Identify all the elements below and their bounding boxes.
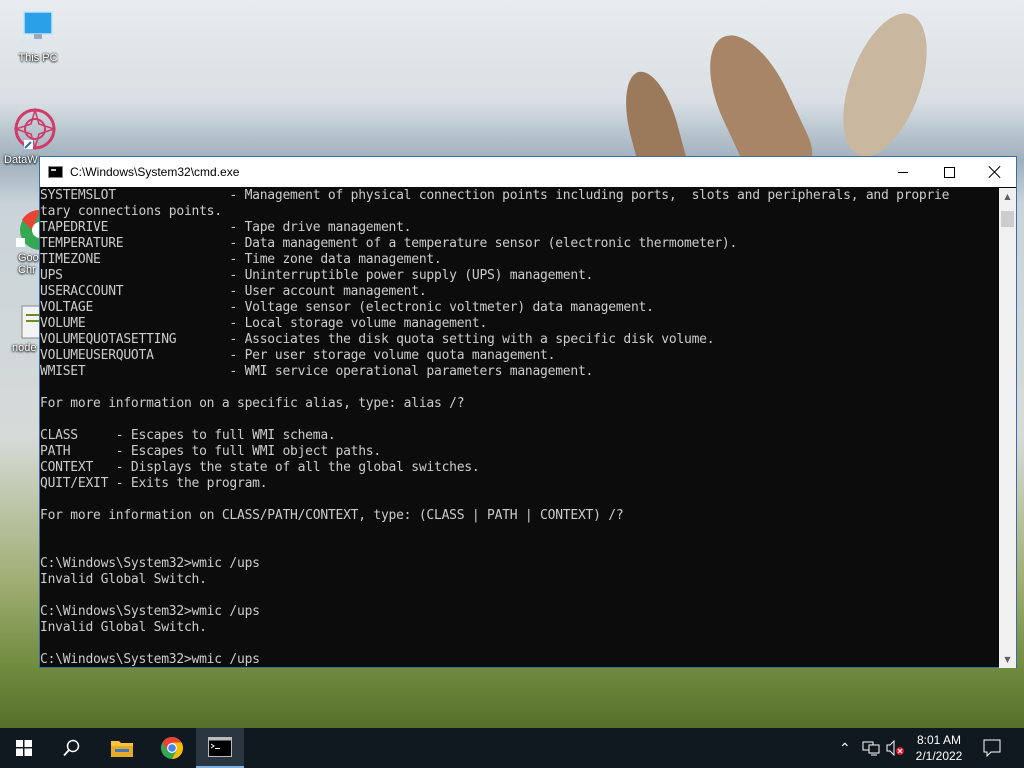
clock-date: 2/1/2022	[915, 749, 963, 763]
cmd-app-icon	[48, 166, 63, 178]
cmd-taskbar-button[interactable]	[196, 728, 244, 768]
close-button[interactable]	[972, 157, 1018, 187]
minimize-button[interactable]	[880, 157, 926, 187]
console-line: VOLUME - Local storage volume management…	[40, 316, 488, 331]
volume-muted-icon[interactable]	[886, 740, 906, 756]
console-line: UPS - Uninterruptible power supply (UPS)…	[40, 268, 594, 283]
file-icon	[21, 305, 40, 339]
console-line: For more information on CLASS/PATH/CONTE…	[40, 508, 624, 523]
network-icon[interactable]	[862, 740, 880, 756]
console-line: TAPEDRIVE - Tape drive management.	[40, 220, 412, 235]
console-line: VOLTAGE - Voltage sensor (electronic vol…	[40, 300, 654, 315]
computer-icon	[20, 11, 53, 45]
chrome-taskbar-button[interactable]	[148, 728, 196, 768]
console-line: C:\Windows\System32>wmic /ups	[40, 652, 260, 667]
console-line: SYSTEMSLOT - Management of physical conn…	[40, 188, 950, 203]
desktop-icon-label: This PC	[18, 52, 58, 64]
file-explorer-button[interactable]	[98, 728, 146, 768]
scroll-up-button[interactable]: ▲	[999, 188, 1016, 205]
console-line: CLASS - Escapes to full WMI schema.	[40, 428, 336, 443]
console-line: WMISET - WMI service operational paramet…	[40, 364, 594, 379]
desktop-icon-label: DataW	[4, 154, 38, 166]
console-line: VOLUMEUSERQUOTA - Per user storage volum…	[40, 348, 556, 363]
title-bar[interactable]: C:\Windows\System32\cmd.exe	[40, 157, 1016, 187]
desktop-icon-label: node	[12, 342, 37, 354]
console-line: Invalid Global Switch.	[40, 572, 207, 587]
start-button[interactable]	[0, 728, 48, 768]
wallpaper-ear	[826, 2, 944, 168]
console-line: For more information on a specific alias…	[40, 396, 465, 411]
show-hidden-icons-icon[interactable]: ⌃	[839, 740, 851, 757]
desktop-icon-chrome[interactable]: Goo Chr	[10, 208, 40, 276]
console-line: QUIT/EXIT - Exits the program.	[40, 476, 268, 491]
cmd-window[interactable]: C:\Windows\System32\cmd.exe SYSTEMSLOT -…	[39, 156, 1017, 668]
window-title: C:\Windows\System32\cmd.exe	[70, 165, 240, 179]
desktop-icon-dataw[interactable]: DataW	[4, 106, 57, 166]
console-line: CONTEXT - Displays the state of all the …	[40, 460, 480, 475]
close-icon	[989, 166, 1001, 178]
console-line: USERACCOUNT - User account management.	[40, 284, 427, 299]
folder-icon	[111, 741, 133, 757]
search-icon	[63, 739, 80, 757]
maximize-icon	[943, 166, 955, 178]
desktop-icon-label: Goo Chr	[18, 252, 39, 276]
console-line: TEMPERATURE - Data management of a tempe…	[40, 236, 738, 251]
scroll-thumb[interactable]	[1001, 211, 1014, 227]
vertical-scrollbar[interactable]: ▲ ▼	[999, 188, 1016, 668]
console-line: C:\Windows\System32>wmic /ups	[40, 604, 260, 619]
taskbar: ⌃ 8:01 AM 2/1/2022	[0, 728, 1024, 768]
windows-logo-icon	[16, 740, 32, 756]
clock-time: 8:01 AM	[916, 733, 962, 747]
search-button[interactable]	[48, 728, 96, 768]
console-line: PATH - Escapes to full WMI object paths.	[40, 444, 381, 459]
cmd-icon	[208, 737, 232, 757]
notifications-icon[interactable]	[983, 739, 1001, 757]
desktop-icon-node[interactable]: node	[10, 302, 40, 354]
chrome-icon	[161, 737, 183, 759]
desktop-icon-this-pc[interactable]: This PC	[10, 10, 66, 64]
console-line: C:\Windows\System32>wmic /ups	[40, 556, 260, 571]
scroll-down-button[interactable]: ▼	[999, 651, 1016, 668]
minimize-icon	[898, 171, 908, 173]
console-line: Invalid Global Switch.	[40, 620, 207, 635]
console-line: VOLUMEQUOTASETTING - Associates the disk…	[40, 332, 715, 347]
clock[interactable]: 8:01 AM 2/1/2022	[908, 732, 970, 764]
app-shortcut-icon	[13, 107, 57, 151]
maximize-button[interactable]	[926, 157, 972, 187]
console-output[interactable]: SYSTEMSLOT - Management of physical conn…	[40, 188, 1000, 668]
console-line: TIMEZONE - Time zone data management.	[40, 252, 442, 267]
console-line: tary connections points.	[40, 204, 222, 219]
chrome-icon	[16, 209, 40, 250]
